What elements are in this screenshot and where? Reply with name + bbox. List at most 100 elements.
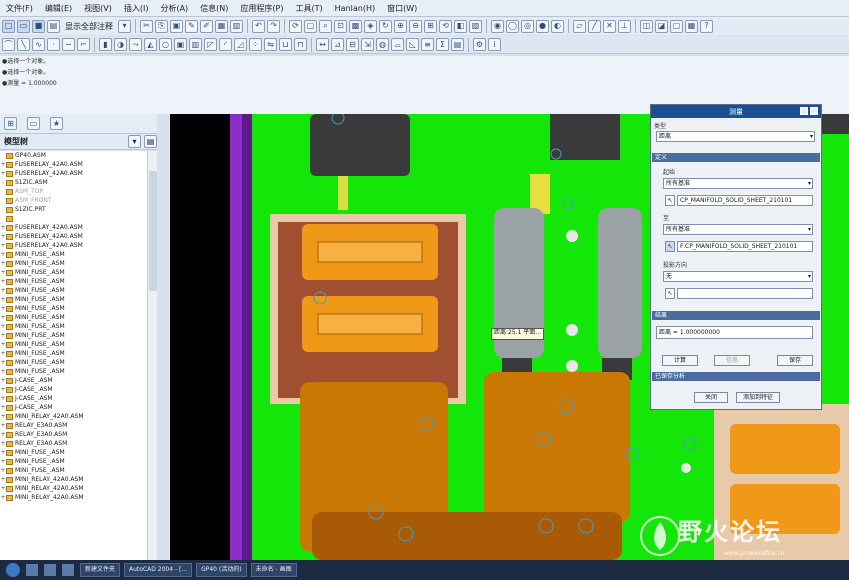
display-annotations-label[interactable]: 显示全部注释 [62,21,116,32]
regen-icon[interactable]: ⟳ [289,19,302,33]
hole-icon[interactable]: ○ [159,38,172,51]
quicklaunch-icon[interactable] [26,564,38,576]
rib-icon[interactable]: ▥ [189,38,202,51]
line-icon[interactable]: ╲ [17,38,30,51]
draft-icon[interactable]: ◸ [204,38,217,51]
dialog-titlebar[interactable]: 测量 [651,105,821,118]
settings-icon[interactable]: ⚙ [473,38,486,51]
panel-splitter[interactable] [157,114,169,560]
dialog-close-icon[interactable] [810,107,818,115]
new-icon[interactable]: □ [2,19,15,33]
taskbar-item[interactable]: 未命名 - 画图 [250,563,297,577]
tree-item[interactable]: ASM_TOP [0,187,147,196]
tree-item[interactable]: + MINI_FUSE_.ASM [0,304,147,313]
help-icon[interactable]: ? [700,19,713,33]
tree-item[interactable]: + RELAY_E3A0.ASM [0,439,147,448]
wireframe-icon[interactable]: ◯ [506,19,519,33]
calculate-button[interactable]: 计算 [662,355,698,366]
datum-axis-icon[interactable]: ╱ [588,19,601,33]
menu-item[interactable]: 工具(T) [290,3,329,14]
info-button[interactable]: 信息 [714,355,750,366]
analysis-icon[interactable]: ⊿ [331,38,344,51]
tree-item[interactable]: S1ZIC.PRT [0,205,147,214]
window-icon[interactable]: ▢ [304,19,317,33]
parameter-icon[interactable]: Σ [436,38,449,51]
folder-browser-tab-icon[interactable]: ▭ [27,117,40,130]
add-to-feature-button[interactable]: 添加到特征 [736,392,780,403]
refit-icon[interactable]: ⊞ [424,19,437,33]
tree-item[interactable]: + MINI_FUSE_.ASM [0,259,147,268]
zoom-out-icon[interactable]: ⊖ [409,19,422,33]
menu-item[interactable]: 插入(I) [118,3,155,14]
tree-item[interactable]: + MINI_FUSE_.ASM [0,277,147,286]
extrude-icon[interactable]: ▮ [99,38,112,51]
tree-item[interactable]: + MINI_FUSE_.ASM [0,295,147,304]
tree-item[interactable]: + FUSERELAY_42A0.ASM [0,232,147,241]
projection-select[interactable]: 无 ▾ [663,271,813,282]
taskbar-item[interactable]: AutoCAD 2004 - [... [124,563,193,577]
blend-icon[interactable]: ◭ [144,38,157,51]
csys-icon[interactable]: ⊥ [618,19,631,33]
tree-item[interactable]: + J-CASE_.ASM [0,394,147,403]
zoom-in-icon[interactable]: ⊕ [394,19,407,33]
datum-point-icon[interactable]: ✕ [603,19,616,33]
draft-check-icon[interactable]: ◺ [406,38,419,51]
pattern-icon[interactable]: ⁘ [249,38,262,51]
point-icon[interactable]: · [47,38,60,51]
tree-item[interactable] [0,214,147,223]
saved-views-icon[interactable]: ◧ [454,19,467,33]
undo-icon[interactable]: ↶ [252,19,265,33]
curvature-icon[interactable]: ⌓ [391,38,404,51]
tree-item[interactable]: + FUSERELAY_42A0.ASM [0,169,147,178]
tree-item[interactable]: + FUSERELAY_42A0.ASM [0,223,147,232]
from-filter-select[interactable]: 所有基准 ▾ [663,178,813,189]
menu-item[interactable]: 分析(A) [154,3,194,14]
family-icon[interactable]: ▤ [451,38,464,51]
menu-item[interactable]: 视图(V) [78,3,118,14]
tree-item[interactable]: + MINI_FUSE_.ASM [0,358,147,367]
measure-icon[interactable]: ↔ [316,38,329,51]
dropdown-icon[interactable]: ▾ [118,19,131,33]
tree-item[interactable]: + J-CASE_.ASM [0,376,147,385]
curve-icon[interactable]: ∼ [62,38,75,51]
tree-item[interactable]: ASM_FRONT [0,196,147,205]
tree-item[interactable]: + MINI_RELAY_42A0.ASM [0,412,147,421]
quicklaunch-icon[interactable] [62,564,74,576]
menu-item[interactable]: 信息(N) [194,3,234,14]
copy-icon[interactable]: ⎘ [155,19,168,33]
merge-icon[interactable]: ⊔ [279,38,292,51]
repaint-icon[interactable]: ▩ [349,19,362,33]
mirror-icon[interactable]: ⇋ [264,38,277,51]
window-tile-icon[interactable]: ◫ [640,19,653,33]
tree-item[interactable]: + J-CASE_.ASM [0,385,147,394]
taskbar-item[interactable]: GP40 (活动的) [196,563,247,577]
tree-item[interactable]: + MINI_RELAY_42A0.ASM [0,484,147,493]
round-icon[interactable]: ◜ [219,38,232,51]
section-icon[interactable]: ⊟ [346,38,359,51]
projection-reference-field[interactable] [677,288,813,299]
app-icon[interactable]: ▦ [685,19,698,33]
orient-icon[interactable]: ⟲ [439,19,452,33]
taskbar-item[interactable]: 新建文件夹 [80,563,121,577]
saved-analysis-section[interactable]: 已保存分析 [652,372,820,381]
type-select[interactable]: 距离 ▾ [656,131,815,142]
find-icon[interactable]: ⌕ [319,19,332,33]
tree-show-icon[interactable]: ▤ [144,135,157,148]
tree-item[interactable]: + MINI_FUSE_.ASM [0,286,147,295]
model-tree-tab-icon[interactable]: ⊞ [4,117,17,130]
tree-item[interactable]: + MINI_FUSE_.ASM [0,448,147,457]
redo-icon[interactable]: ↷ [267,19,280,33]
menu-item[interactable]: Hanlan(H) [329,4,381,13]
no-hidden-icon[interactable]: ● [536,19,549,33]
save-button[interactable]: 保存 [777,355,813,366]
tree-item[interactable]: - S1ZIC.ASM [0,178,147,187]
tree-item[interactable]: + RELAY_E3A0.ASM [0,430,147,439]
scroll-thumb[interactable] [149,171,157,291]
hidden-line-icon[interactable]: ◎ [521,19,534,33]
tree-item[interactable]: + MINI_FUSE_.ASM [0,268,147,277]
tree-item[interactable]: + MINI_FUSE_.ASM [0,349,147,358]
tree-item[interactable]: + J-CASE_.ASM [0,403,147,412]
trim-icon[interactable]: ⊓ [294,38,307,51]
save-icon[interactable]: ■ [32,19,45,33]
layer-tree-icon[interactable]: ▨ [469,19,482,33]
